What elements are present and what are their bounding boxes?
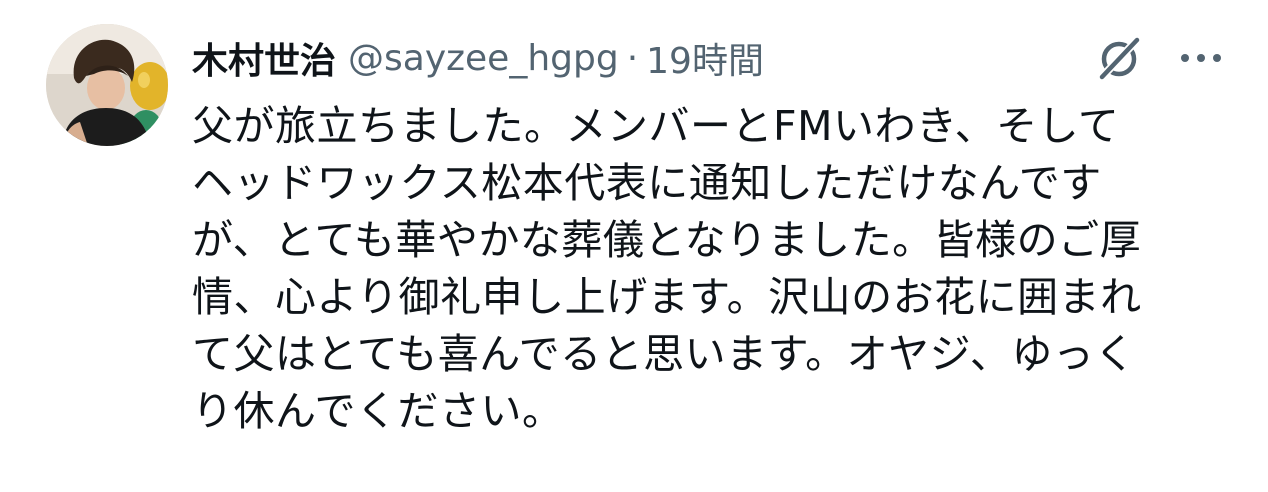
display-name[interactable]: 木村世治 xyxy=(192,32,336,84)
more-dots-icon xyxy=(1181,54,1221,62)
grok-icon xyxy=(1097,36,1141,82)
tweet[interactable]: 木村世治 @sayzee_hgpg · 19時間 父が旅立ちました。メンバーとF… xyxy=(0,0,1268,492)
user-handle[interactable]: @sayzee_hgpg xyxy=(348,38,619,79)
grok-button[interactable] xyxy=(1090,30,1148,86)
separator-dot: · xyxy=(626,37,639,79)
tweet-text: 父が旅立ちました。メンバーとFMいわき、そして ヘッドワックス松本代表に通知した… xyxy=(192,102,1142,435)
avatar-image xyxy=(46,24,168,146)
timestamp[interactable]: 19時間 xyxy=(646,32,764,84)
avatar[interactable] xyxy=(46,24,168,146)
tweet-header: 木村世治 @sayzee_hgpg · 19時間 xyxy=(192,30,764,86)
more-options-button[interactable] xyxy=(1172,30,1230,86)
